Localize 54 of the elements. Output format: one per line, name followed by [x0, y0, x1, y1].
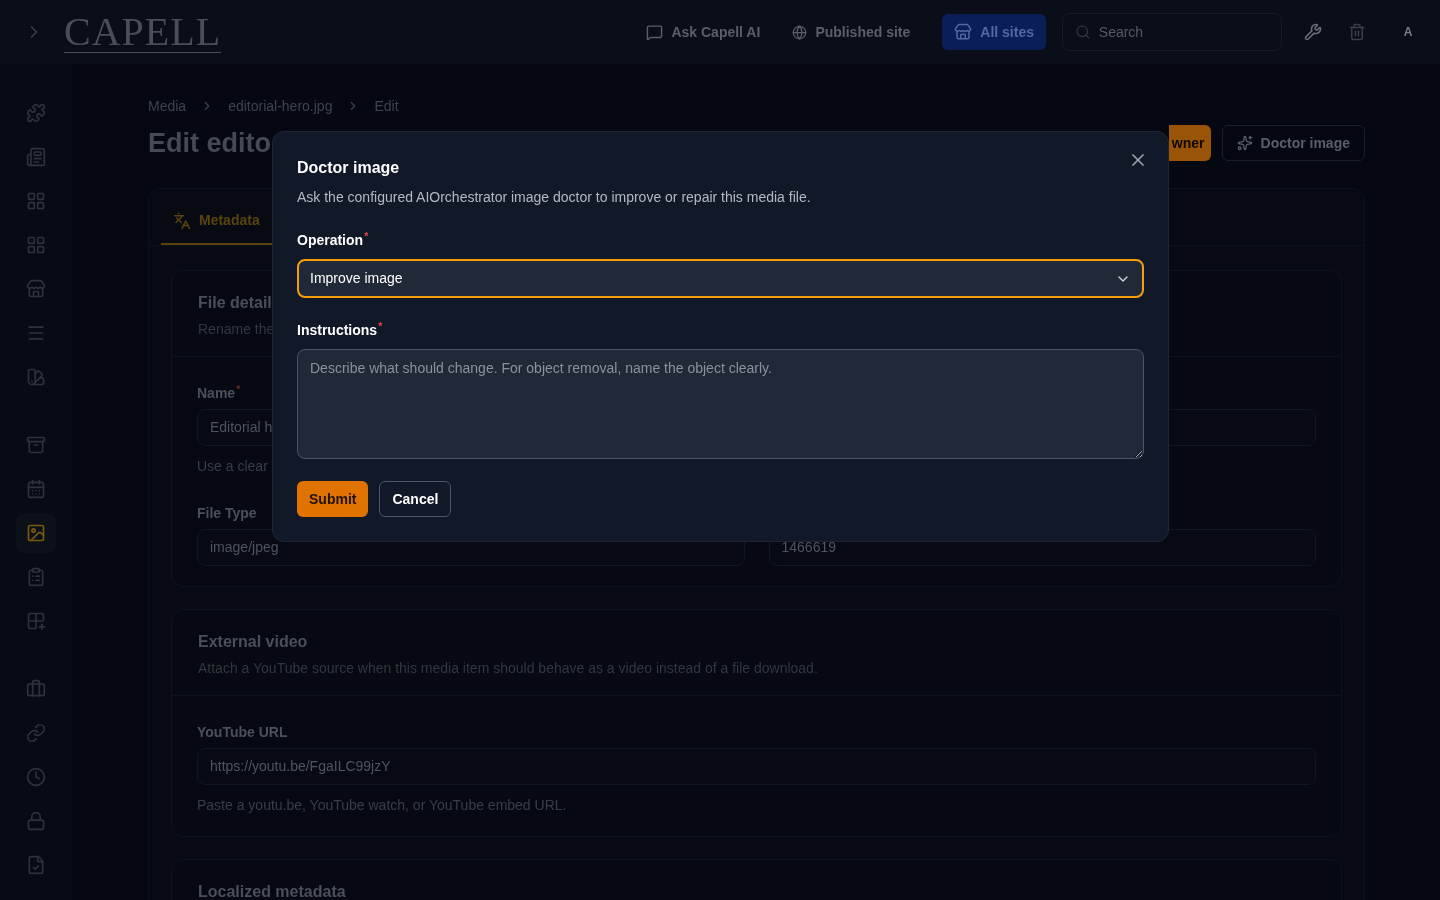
breadcrumb-link[interactable]: Edit: [374, 95, 399, 117]
menu-icon: [26, 323, 46, 343]
breadcrumb-link[interactable]: editorial-hero.jpg: [228, 95, 333, 117]
grid-icon: [26, 191, 46, 211]
header-link[interactable]: Ask Capell AI: [646, 21, 761, 43]
clock-icon: [26, 767, 46, 787]
swatch-icon: [26, 367, 46, 387]
chat-icon: [646, 23, 664, 41]
section-title: File detail: [198, 293, 272, 313]
logo: CAPELL: [64, 11, 222, 53]
link-icon: [26, 723, 46, 743]
field-label: File Type: [197, 504, 257, 523]
sparkles-icon: [1236, 135, 1253, 151]
globe-icon: [792, 24, 808, 40]
store-icon: [26, 279, 46, 299]
newspaper-icon: [26, 147, 46, 167]
text-field[interactable]: https://youtu.be/FgaILC99jzY: [197, 748, 1316, 785]
section-title: Localized metadata: [198, 882, 346, 900]
field-label: Operation$^{*}$: [297, 230, 370, 250]
store-icon: [954, 23, 973, 41]
field-label: YouTube URL: [197, 723, 288, 742]
operation-select[interactable]: Improve image: [297, 259, 1144, 298]
translate-icon: [173, 211, 191, 230]
dialog-title: Doctor image: [297, 158, 401, 178]
grid-icon: [26, 235, 46, 255]
puzzle-icon: [26, 103, 46, 123]
breadcrumb-link[interactable]: Media: [148, 95, 187, 117]
sidebar-item[interactable]: [16, 513, 56, 553]
grid-plus-icon: [26, 611, 46, 631]
search-icon: [1075, 23, 1091, 41]
doctor-image-button[interactable]: Doctor image: [1221, 125, 1365, 161]
lock-icon: [26, 811, 46, 831]
avatar[interactable]: A: [1396, 20, 1420, 44]
calendar-icon: [26, 479, 46, 499]
cancel-button[interactable]: Cancel: [379, 481, 452, 517]
clipboard-icon: [26, 567, 46, 587]
trash-icon[interactable]: [1348, 23, 1366, 41]
search-field[interactable]: Search: [1062, 13, 1282, 51]
briefcase-icon: [26, 679, 46, 699]
field-label: Instructions$^{*}$: [297, 320, 384, 340]
search-input[interactable]: Search: [1098, 21, 1269, 43]
file-check-icon: [26, 855, 46, 875]
image-icon: [26, 523, 46, 543]
action-button[interactable]: wner: [1168, 125, 1211, 161]
section-title: External video: [198, 632, 308, 652]
archive-icon: [26, 435, 46, 455]
sites-button[interactable]: All sites: [942, 14, 1046, 50]
tools-icon[interactable]: [1304, 23, 1322, 41]
header-link[interactable]: Published site: [792, 21, 911, 43]
instructions-field[interactable]: Describe what should change. For object removal, name the object clearly.: [297, 349, 1144, 459]
submit-button[interactable]: Submit: [297, 481, 369, 517]
dialog-description: Ask the configured AIOrchestrator image doctor to improve or repair this media file.: [297, 188, 812, 207]
field-label: Name$^{*}$: [197, 383, 241, 403]
page-title: Edit edito: [148, 126, 271, 160]
